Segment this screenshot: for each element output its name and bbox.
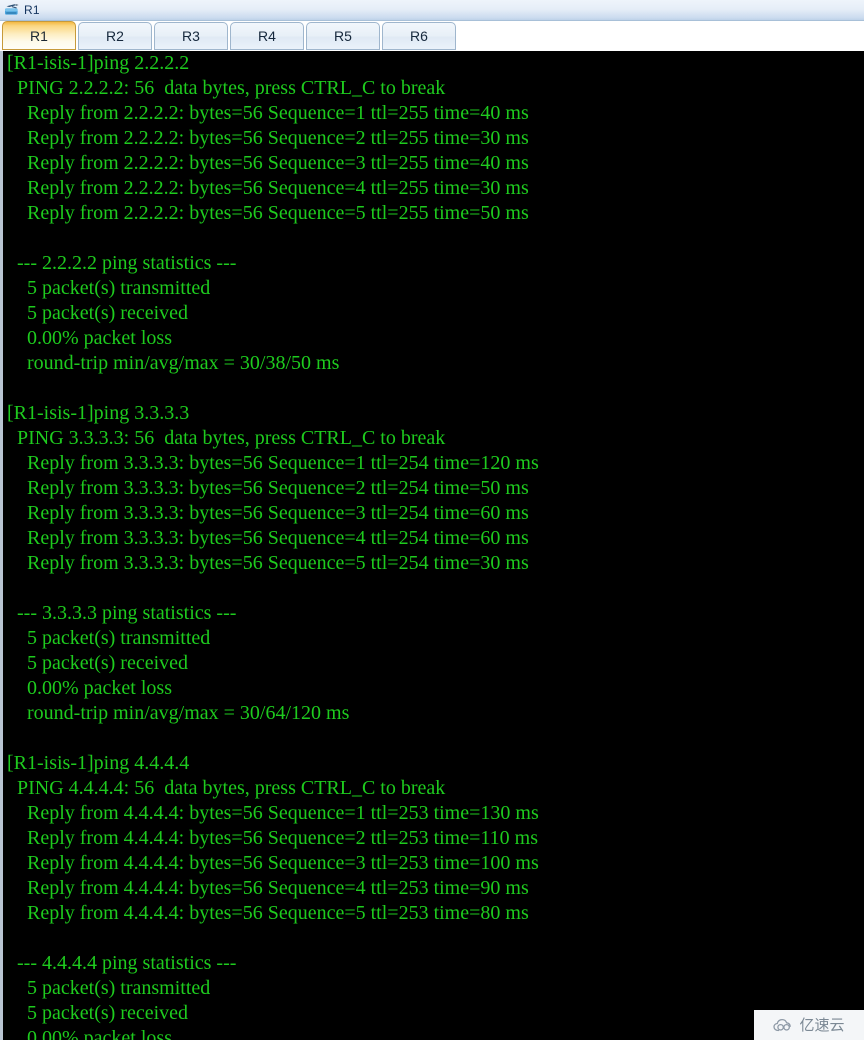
terminal-line: Reply from 4.4.4.4: bytes=56 Sequence=5 …: [7, 902, 529, 924]
terminal-line: Reply from 3.3.3.3: bytes=56 Sequence=2 …: [7, 477, 529, 499]
terminal-text: [R1-isis-1]ping 2.2.2.2 PING 2.2.2.2: 56…: [3, 51, 864, 1040]
terminal-line: 5 packet(s) transmitted: [7, 977, 211, 999]
terminal-line: PING 2.2.2.2: 56 data bytes, press CTRL_…: [7, 77, 446, 99]
terminal-line: 5 packet(s) received: [7, 302, 189, 324]
tab-r4[interactable]: R4: [230, 22, 304, 50]
window-title: R1: [24, 3, 40, 17]
terminal-line: --- 4.4.4.4 ping statistics ---: [7, 952, 237, 974]
tab-r2[interactable]: R2: [78, 22, 152, 50]
terminal-line: Reply from 3.3.3.3: bytes=56 Sequence=1 …: [7, 452, 539, 474]
terminal-line: [R1-isis-1]ping 4.4.4.4: [7, 752, 190, 774]
terminal-line: 5 packet(s) received: [7, 1002, 189, 1024]
terminal-line: [R1-isis-1]ping 3.3.3.3: [7, 402, 190, 424]
terminal-line: Reply from 4.4.4.4: bytes=56 Sequence=4 …: [7, 877, 529, 899]
terminal-line: Reply from 4.4.4.4: bytes=56 Sequence=1 …: [7, 802, 539, 824]
terminal-line: Reply from 2.2.2.2: bytes=56 Sequence=3 …: [7, 152, 529, 174]
terminal-line: 0.00% packet loss: [7, 327, 172, 349]
window-titlebar: R1: [0, 0, 864, 21]
terminal-line: Reply from 3.3.3.3: bytes=56 Sequence=5 …: [7, 552, 529, 574]
terminal-line: round-trip min/avg/max = 30/38/50 ms: [7, 352, 340, 374]
tab-bar: R1 R2 R3 R4 R5 R6: [0, 21, 864, 51]
terminal-line: Reply from 3.3.3.3: bytes=56 Sequence=3 …: [7, 502, 529, 524]
terminal-line: Reply from 2.2.2.2: bytes=56 Sequence=2 …: [7, 127, 529, 149]
terminal-output-pane[interactable]: [R1-isis-1]ping 2.2.2.2 PING 2.2.2.2: 56…: [0, 51, 864, 1040]
terminal-line: [R1-isis-1]ping 2.2.2.2: [7, 52, 190, 74]
terminal-line: Reply from 2.2.2.2: bytes=56 Sequence=1 …: [7, 102, 529, 124]
terminal-line: 5 packet(s) received: [7, 652, 189, 674]
router-icon: [3, 2, 21, 19]
terminal-line: Reply from 4.4.4.4: bytes=56 Sequence=3 …: [7, 852, 539, 874]
terminal-line: Reply from 4.4.4.4: bytes=56 Sequence=2 …: [7, 827, 538, 849]
tab-r1[interactable]: R1: [2, 21, 76, 50]
terminal-line: 0.00% packet loss: [7, 1027, 172, 1040]
terminal-line: Reply from 2.2.2.2: bytes=56 Sequence=4 …: [7, 177, 529, 199]
terminal-window: R1 R1 R2 R3 R4 R5 R6 [R1-isis-1]ping 2.2.2.2 …: [0, 0, 864, 1040]
terminal-line: 0.00% packet loss: [7, 677, 172, 699]
terminal-line: 5 packet(s) transmitted: [7, 277, 211, 299]
terminal-line: --- 3.3.3.3 ping statistics ---: [7, 602, 237, 624]
cloud-icon: [773, 1018, 795, 1033]
terminal-line: --- 2.2.2.2 ping statistics ---: [7, 252, 237, 274]
terminal-line: Reply from 3.3.3.3: bytes=56 Sequence=4 …: [7, 527, 529, 549]
terminal-line: PING 3.3.3.3: 56 data bytes, press CTRL_…: [7, 427, 446, 449]
tab-r5[interactable]: R5: [306, 22, 380, 50]
terminal-line: round-trip min/avg/max = 30/64/120 ms: [7, 702, 350, 724]
watermark: 亿速云: [754, 1010, 864, 1040]
terminal-line: Reply from 2.2.2.2: bytes=56 Sequence=5 …: [7, 202, 529, 224]
tab-r6[interactable]: R6: [382, 22, 456, 50]
terminal-line: PING 4.4.4.4: 56 data bytes, press CTRL_…: [7, 777, 446, 799]
tab-r3[interactable]: R3: [154, 22, 228, 50]
terminal-line: 5 packet(s) transmitted: [7, 627, 211, 649]
watermark-label: 亿速云: [799, 1015, 845, 1034]
